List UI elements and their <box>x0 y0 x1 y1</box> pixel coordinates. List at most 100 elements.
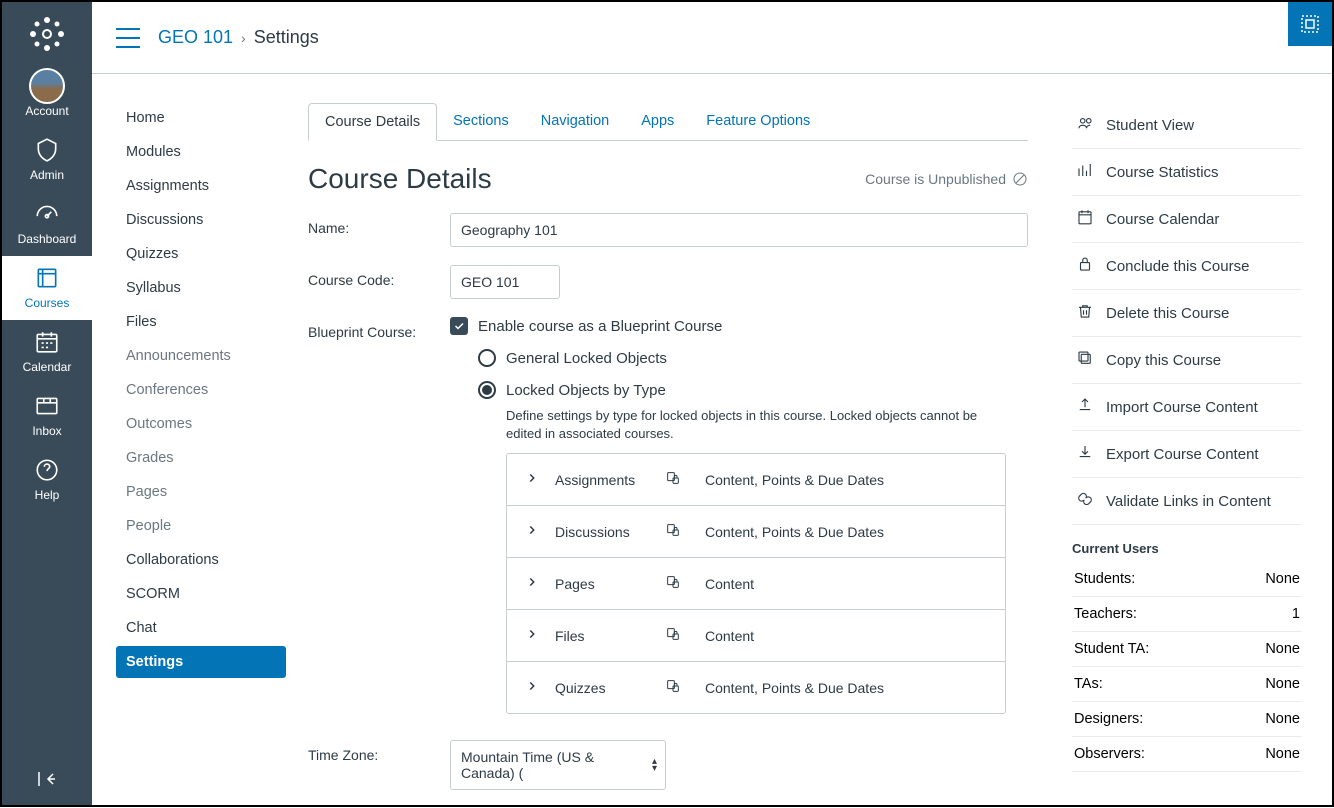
name-input[interactable]: Geography 101 <box>450 213 1028 247</box>
breadcrumb-course-link[interactable]: GEO 101 <box>158 27 233 48</box>
sidebar-action[interactable]: Delete this Course <box>1072 290 1302 337</box>
course-nav-item[interactable]: Pages <box>116 476 286 508</box>
nav-label: Help <box>35 488 60 502</box>
locked-type-row[interactable]: QuizzesContent, Points & Due Dates <box>507 662 1005 713</box>
nav-label: Inbox <box>32 424 61 438</box>
action-icon <box>1076 443 1094 465</box>
locked-type-row[interactable]: Discussions Content, Points & Due Dates <box>507 506 1005 558</box>
action-label: Conclude this Course <box>1106 258 1249 275</box>
locked-type-row[interactable]: Pages Content <box>507 558 1005 610</box>
sidebar-action[interactable]: Course Calendar <box>1072 196 1302 243</box>
course-nav-item[interactable]: Assignments <box>116 170 286 202</box>
action-icon <box>1076 255 1094 277</box>
blueprint-checkbox-label: Enable course as a Blueprint Course <box>478 318 722 335</box>
code-label: Course Code: <box>308 265 450 288</box>
blueprint-sidebar-button[interactable] <box>1288 2 1332 46</box>
nav-label: Courses <box>25 296 70 310</box>
lock-icon <box>665 574 705 593</box>
user-row: Designers:None <box>1072 702 1302 737</box>
nav-help[interactable]: Help <box>2 448 92 512</box>
blueprint-checkbox[interactable] <box>450 317 468 335</box>
user-count: 1 <box>1292 606 1300 622</box>
course-nav-item[interactable]: SCORM <box>116 578 286 610</box>
chevron-right-icon <box>525 471 555 488</box>
locked-type-name: Discussions <box>555 524 665 540</box>
nav-label: Admin <box>30 168 64 182</box>
chevron-right-icon: › <box>241 30 246 46</box>
user-row: Student TA:None <box>1072 632 1302 667</box>
global-nav: Account Admin Dashboard Courses Calendar… <box>2 2 92 805</box>
course-nav-item[interactable]: Grades <box>116 442 286 474</box>
nav-calendar[interactable]: Calendar <box>2 320 92 384</box>
sidebar-action[interactable]: Student View <box>1072 102 1302 149</box>
locked-type-desc: Content <box>705 576 987 592</box>
course-nav-item[interactable]: Syllabus <box>116 272 286 304</box>
course-code-input[interactable]: GEO 101 <box>450 265 560 299</box>
select-arrows-icon: ▴▾ <box>652 758 657 772</box>
locked-type-name: Pages <box>555 576 665 592</box>
locked-type-desc: Content <box>705 628 987 644</box>
radio-general-locked[interactable] <box>478 349 496 367</box>
nav-courses[interactable]: Courses <box>2 256 92 320</box>
timezone-label: Time Zone: <box>308 740 450 763</box>
course-nav-item[interactable]: Quizzes <box>116 238 286 270</box>
chevron-right-icon <box>525 627 555 644</box>
sidebar-action[interactable]: Validate Links in Content <box>1072 478 1302 525</box>
course-nav-item[interactable]: Collaborations <box>116 544 286 576</box>
locked-objects-table: AssignmentsContent, Points & Due DatesDi… <box>506 453 1006 714</box>
action-label: Delete this Course <box>1106 305 1229 322</box>
user-row: Students:None <box>1072 562 1302 597</box>
settings-tab[interactable]: Apps <box>625 103 690 141</box>
action-icon <box>1076 161 1094 183</box>
sidebar-action[interactable]: Export Course Content <box>1072 431 1302 478</box>
lock-icon <box>665 678 705 697</box>
nav-inbox[interactable]: Inbox <box>2 384 92 448</box>
action-label: Import Course Content <box>1106 399 1258 416</box>
hamburger-button[interactable] <box>116 28 140 48</box>
locked-type-row[interactable]: Files Content <box>507 610 1005 662</box>
action-icon <box>1076 114 1094 136</box>
timezone-select[interactable]: Mountain Time (US & Canada) ( ▴▾ <box>450 740 666 790</box>
sidebar-action[interactable]: Copy this Course <box>1072 337 1302 384</box>
locked-type-row[interactable]: AssignmentsContent, Points & Due Dates <box>507 454 1005 506</box>
nav-admin[interactable]: Admin <box>2 128 92 192</box>
settings-tab[interactable]: Navigation <box>525 103 626 141</box>
main-content: Course DetailsSectionsNavigationAppsFeat… <box>308 102 1028 808</box>
locked-type-name: Quizzes <box>555 680 665 696</box>
sidebar-action[interactable]: Course Statistics <box>1072 149 1302 196</box>
course-nav-item[interactable]: Chat <box>116 612 286 644</box>
settings-tab[interactable]: Feature Options <box>690 103 826 141</box>
nav-label: Account <box>25 104 68 118</box>
course-nav-item[interactable]: Outcomes <box>116 408 286 440</box>
locked-help-text: Define settings by type for locked objec… <box>506 407 1006 443</box>
sidebar-action[interactable]: Import Course Content <box>1072 384 1302 431</box>
settings-tab[interactable]: Sections <box>437 103 525 141</box>
user-role: Observers: <box>1074 746 1145 762</box>
action-label: Course Calendar <box>1106 211 1219 228</box>
settings-tabs: Course DetailsSectionsNavigationAppsFeat… <box>308 102 1028 141</box>
nav-account[interactable]: Account <box>2 64 92 128</box>
course-nav-item[interactable]: Modules <box>116 136 286 168</box>
course-nav-item[interactable]: Announcements <box>116 340 286 372</box>
course-nav-item[interactable]: Discussions <box>116 204 286 236</box>
action-label: Course Statistics <box>1106 164 1219 181</box>
publish-status: Course is Unpublished <box>865 171 1028 187</box>
unpublished-icon <box>1012 171 1028 187</box>
nav-dashboard[interactable]: Dashboard <box>2 192 92 256</box>
user-count: None <box>1265 746 1300 762</box>
sidebar-action[interactable]: Conclude this Course <box>1072 243 1302 290</box>
radio-locked-by-type[interactable] <box>478 381 496 399</box>
collapse-nav-button[interactable] <box>2 761 92 797</box>
course-nav-item[interactable]: Home <box>116 102 286 134</box>
course-nav-item[interactable]: Conferences <box>116 374 286 406</box>
action-label: Copy this Course <box>1106 352 1221 369</box>
canvas-logo[interactable] <box>27 14 67 54</box>
locked-type-name: Files <box>555 628 665 644</box>
locked-type-desc: Content, Points & Due Dates <box>705 524 987 540</box>
course-nav-item[interactable]: Settings <box>116 646 286 678</box>
chevron-right-icon <box>525 523 555 540</box>
course-nav-item[interactable]: Files <box>116 306 286 338</box>
course-nav-item[interactable]: People <box>116 510 286 542</box>
settings-tab[interactable]: Course Details <box>308 103 437 141</box>
action-icon <box>1076 302 1094 324</box>
